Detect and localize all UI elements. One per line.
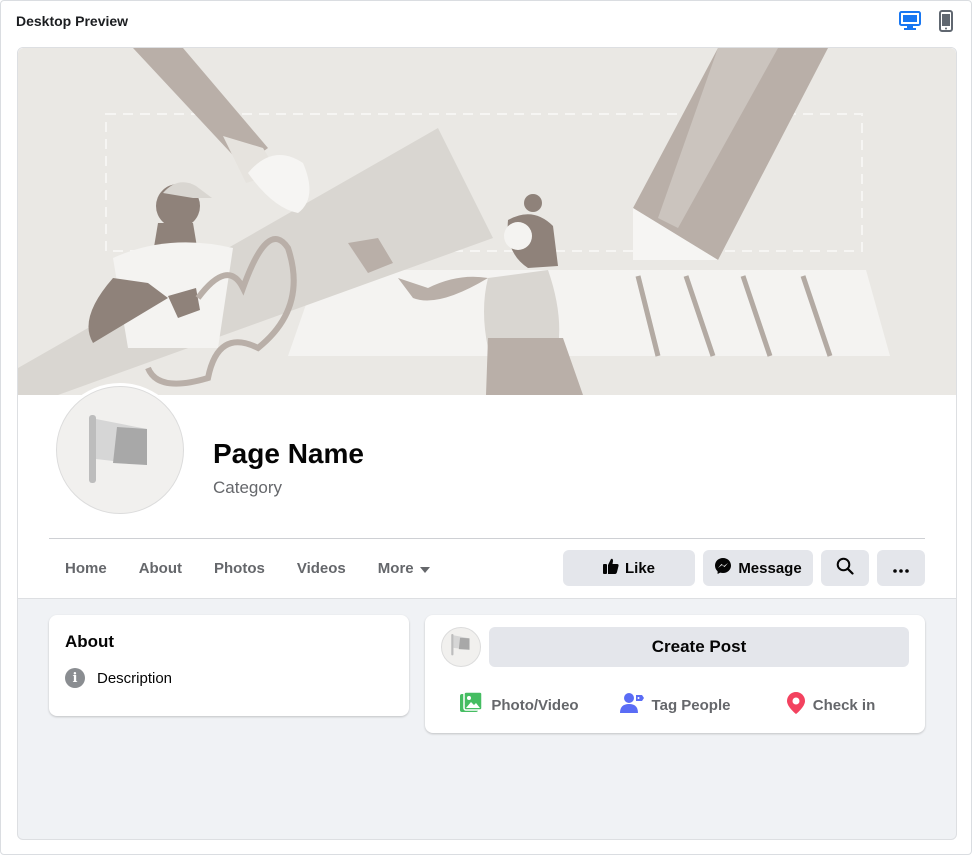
flag-icon [56, 386, 184, 514]
photo-video-button[interactable]: Photo/Video [441, 687, 597, 723]
about-description-row: i Description [65, 668, 172, 688]
nav-home-label: Home [65, 560, 107, 577]
device-toggle [899, 10, 953, 37]
nav-photos[interactable]: Photos [198, 551, 281, 587]
page-name: Page Name [213, 438, 364, 469]
search-button[interactable] [821, 550, 869, 586]
desktop-icon[interactable] [899, 11, 921, 36]
photo-icon [459, 691, 484, 719]
nav-about[interactable]: About [123, 551, 198, 587]
info-icon: i [65, 668, 85, 688]
cover-illustration [18, 48, 956, 395]
create-post-card: Create Post Photo/Video Tag People Check… [425, 615, 925, 733]
location-pin-icon [786, 692, 805, 718]
nav-videos-label: Videos [296, 560, 346, 577]
nav-divider [49, 538, 925, 539]
caret-down-icon [419, 551, 430, 587]
nav-home[interactable]: Home [49, 551, 123, 587]
composer-avatar [441, 627, 481, 667]
photo-video-label: Photo/Video [491, 696, 579, 714]
nav-photos-label: Photos [214, 560, 265, 577]
nav-more[interactable]: More [362, 551, 446, 587]
nav-videos[interactable]: Videos [281, 551, 362, 587]
check-in-label: Check in [812, 696, 876, 714]
message-label: Message [738, 559, 802, 577]
page-category: Category [213, 478, 282, 497]
flag-icon [450, 633, 472, 661]
more-options-button[interactable] [877, 550, 925, 586]
page-nav: Home About Photos Videos More [49, 551, 446, 587]
tag-people-label: Tag People [651, 696, 731, 714]
tag-people-button[interactable]: Tag People [597, 687, 753, 723]
preview-panel: Desktop Preview Page Name Category Home … [0, 0, 972, 855]
search-icon [836, 557, 854, 579]
like-button[interactable]: Like [563, 550, 695, 586]
nav-about-label: About [138, 560, 183, 577]
create-post-button[interactable]: Create Post [489, 627, 909, 667]
messenger-icon [714, 557, 732, 579]
page-header-area: Page Name Category Home About Photos Vid… [18, 48, 956, 599]
tag-people-icon [619, 691, 644, 719]
about-title: About [65, 632, 115, 651]
message-button[interactable]: Message [703, 550, 813, 586]
thumbs-up-icon [602, 558, 619, 578]
about-card: About i Description [49, 615, 409, 716]
check-in-button[interactable]: Check in [753, 687, 909, 723]
about-description: Description [97, 669, 173, 687]
nav-more-label: More [377, 560, 414, 577]
composer-actions: Photo/Video Tag People Check in [441, 687, 909, 723]
page-actions: Like Message [563, 550, 925, 586]
like-label: Like [624, 559, 655, 577]
page-preview-frame: Page Name Category Home About Photos Vid… [17, 47, 957, 840]
mobile-icon[interactable] [939, 10, 953, 37]
preview-title: Desktop Preview [16, 13, 129, 29]
profile-picture[interactable] [53, 383, 187, 517]
ellipsis-icon [893, 560, 909, 577]
